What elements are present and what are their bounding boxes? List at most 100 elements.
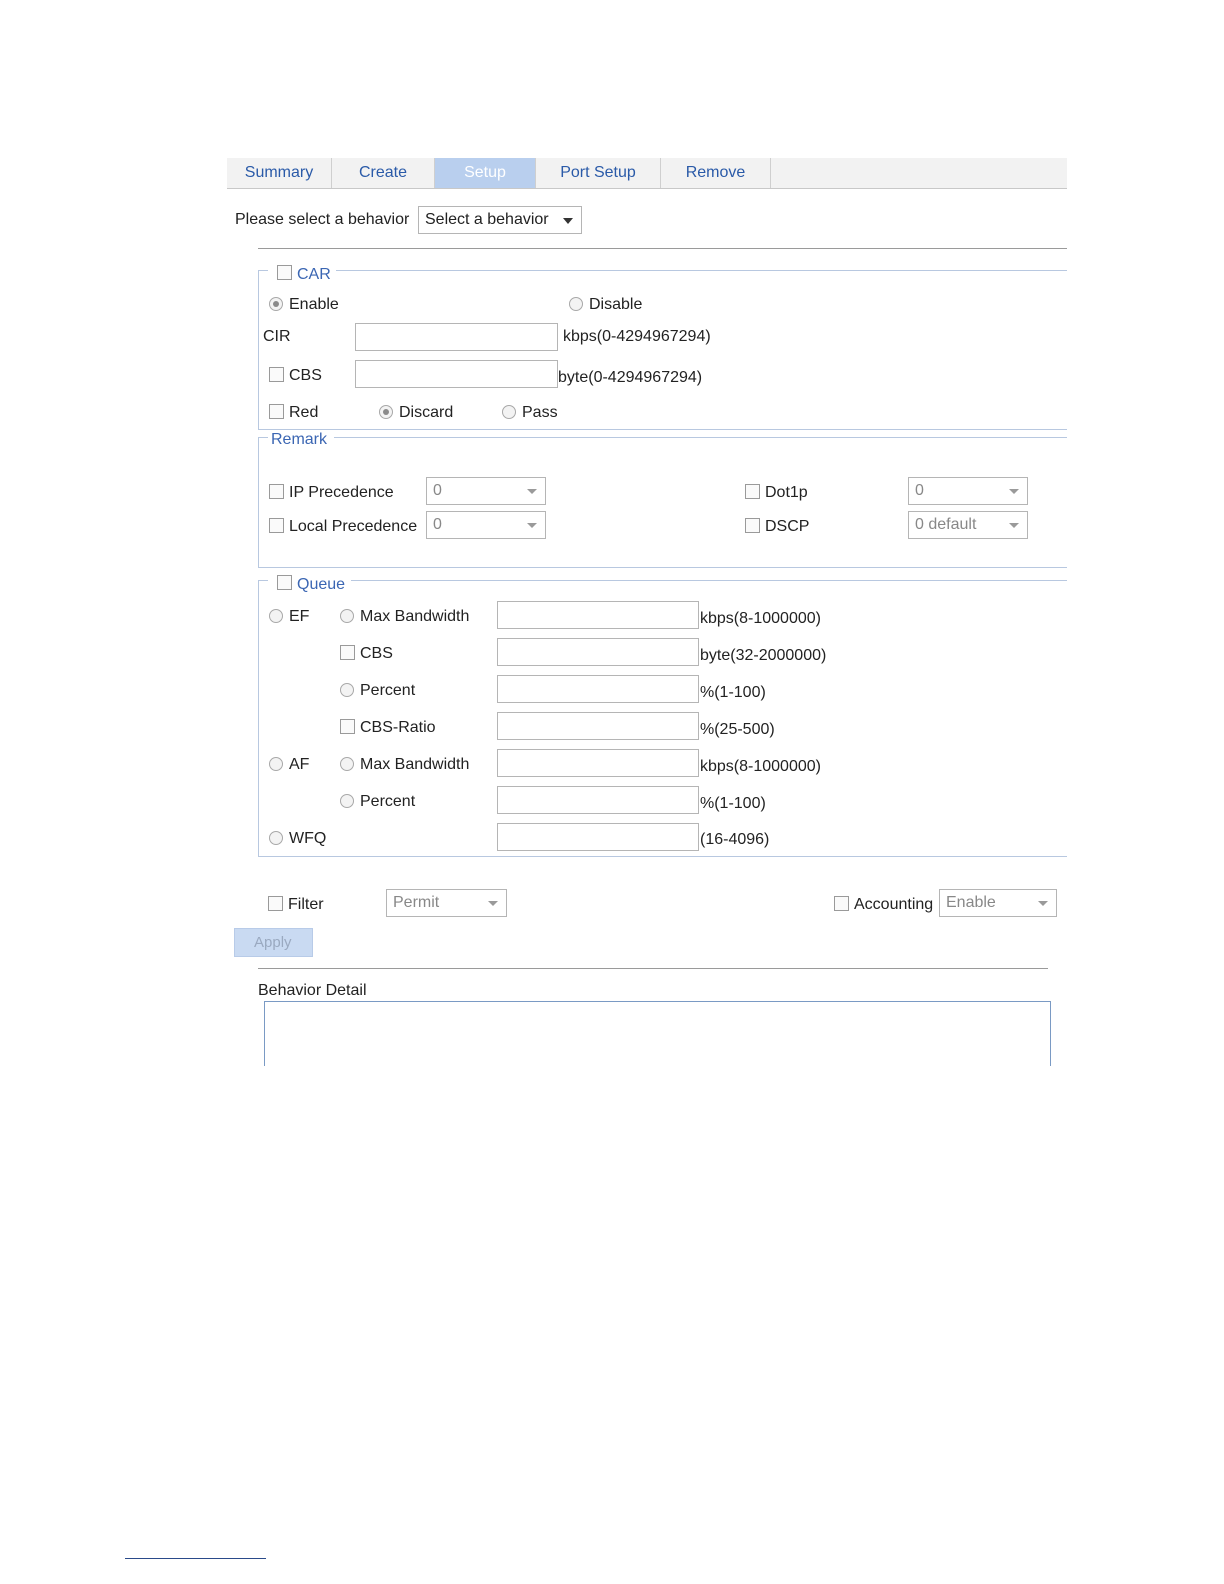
car-border-top	[336, 270, 1067, 271]
remark-border-bottom	[258, 567, 1067, 568]
ef-max-bandwidth-radio[interactable]	[340, 609, 354, 623]
queue-checkbox[interactable]	[277, 575, 292, 590]
af-radio[interactable]	[269, 757, 283, 771]
ef-label: EF	[289, 608, 310, 625]
ef-cbs-ratio-checkbox[interactable]	[340, 719, 355, 734]
queue-border-left	[258, 580, 259, 857]
accounting-value: Enable	[946, 894, 996, 911]
wfq-label: WFQ	[289, 830, 327, 847]
ef-cbs-ratio-label: CBS-Ratio	[360, 719, 436, 736]
car-border-top-left	[258, 270, 268, 271]
car-checkbox[interactable]	[277, 265, 292, 280]
divider	[258, 248, 1067, 249]
wfq-range: (16-4096)	[700, 831, 770, 848]
car-border-bottom	[258, 429, 1067, 430]
behavior-detail-title: Behavior Detail	[258, 982, 367, 999]
cir-label: CIR	[263, 328, 291, 345]
ef-percent-label: Percent	[360, 682, 416, 699]
ip-precedence-value: 0	[433, 482, 442, 499]
tab-setup[interactable]: Setup	[435, 158, 536, 188]
tab-bar: Summary Create Setup Port Setup Remove	[227, 158, 1067, 189]
af-max-bandwidth-range: kbps(8-1000000)	[700, 758, 821, 775]
cir-input[interactable]	[355, 323, 558, 351]
apply-button[interactable]: Apply	[234, 928, 313, 957]
af-percent-radio[interactable]	[340, 794, 354, 808]
divider	[258, 968, 1048, 969]
car-title: CAR	[297, 266, 331, 283]
filter-checkbox[interactable]	[268, 896, 283, 911]
behavior-select[interactable]: Select a behavior	[418, 206, 582, 234]
cbs-input[interactable]	[355, 360, 558, 388]
chevron-down-icon	[563, 218, 573, 224]
accounting-select[interactable]: Enable	[939, 889, 1057, 917]
af-max-bandwidth-input[interactable]	[497, 749, 699, 777]
dot1p-select[interactable]: 0	[908, 477, 1028, 505]
af-percent-input[interactable]	[497, 786, 699, 814]
af-max-bandwidth-label: Max Bandwidth	[360, 756, 470, 773]
cbs-range: byte(0-4294967294)	[558, 369, 703, 386]
tab-remove[interactable]: Remove	[661, 158, 771, 188]
remark-border-left	[258, 437, 259, 568]
chevron-down-icon	[488, 901, 498, 906]
ef-cbs-ratio-input[interactable]	[497, 712, 699, 740]
red-discard-label: Discard	[399, 404, 454, 421]
af-percent-range: %(1-100)	[700, 795, 766, 812]
queue-border-top	[351, 580, 1067, 581]
tab-port-setup[interactable]: Port Setup	[536, 158, 661, 188]
car-enable-radio[interactable]	[269, 297, 283, 311]
ef-max-bandwidth-input[interactable]	[497, 601, 699, 629]
ef-cbs-ratio-range: %(25-500)	[700, 721, 775, 738]
af-label: AF	[289, 756, 310, 773]
car-disable-label: Disable	[589, 296, 643, 313]
ef-cbs-input[interactable]	[497, 638, 699, 666]
dot1p-value: 0	[915, 482, 924, 499]
ip-precedence-checkbox[interactable]	[269, 484, 284, 499]
filter-value: Permit	[393, 894, 440, 911]
af-max-bandwidth-radio[interactable]	[340, 757, 354, 771]
chevron-down-icon	[1009, 523, 1019, 528]
filter-select[interactable]: Permit	[386, 889, 507, 917]
ef-radio[interactable]	[269, 609, 283, 623]
cir-range: kbps(0-4294967294)	[563, 328, 711, 345]
behavior-select-value: Select a behavior	[425, 211, 549, 228]
cbs-label: CBS	[289, 367, 322, 384]
accounting-checkbox[interactable]	[834, 896, 849, 911]
cbs-checkbox[interactable]	[269, 367, 284, 382]
ef-percent-radio[interactable]	[340, 683, 354, 697]
car-border-left	[258, 270, 259, 430]
red-pass-radio[interactable]	[502, 405, 516, 419]
footnote-rule	[125, 1558, 266, 1559]
remark-border-top-left	[258, 437, 268, 438]
dscp-select[interactable]: 0 default	[908, 511, 1028, 539]
dot1p-checkbox[interactable]	[745, 484, 760, 499]
red-checkbox[interactable]	[269, 404, 284, 419]
ef-cbs-label: CBS	[360, 645, 393, 662]
queue-border-bottom	[258, 856, 1067, 857]
dscp-label: DSCP	[765, 518, 810, 535]
filter-label: Filter	[288, 896, 324, 913]
behavior-detail-box	[264, 1001, 1051, 1066]
local-precedence-select[interactable]: 0	[426, 511, 546, 539]
chevron-down-icon	[527, 489, 537, 494]
wfq-radio[interactable]	[269, 831, 283, 845]
tab-summary[interactable]: Summary	[227, 158, 332, 188]
chevron-down-icon	[527, 523, 537, 528]
ef-max-bandwidth-range: kbps(8-1000000)	[700, 610, 821, 627]
accounting-label: Accounting	[854, 896, 934, 913]
tab-create[interactable]: Create	[332, 158, 435, 188]
af-percent-label: Percent	[360, 793, 416, 810]
dscp-checkbox[interactable]	[745, 518, 760, 533]
red-discard-radio[interactable]	[379, 405, 393, 419]
ef-cbs-checkbox[interactable]	[340, 645, 355, 660]
remark-border-top	[334, 437, 1067, 438]
ip-precedence-select[interactable]: 0	[426, 477, 546, 505]
ef-percent-input[interactable]	[497, 675, 699, 703]
ip-precedence-label: IP Precedence	[289, 484, 394, 501]
behavior-select-label: Please select a behavior	[235, 211, 410, 228]
local-precedence-value: 0	[433, 516, 442, 533]
local-precedence-checkbox[interactable]	[269, 518, 284, 533]
car-disable-radio[interactable]	[569, 297, 583, 311]
dot1p-label: Dot1p	[765, 484, 808, 501]
ef-cbs-range: byte(32-2000000)	[700, 647, 827, 664]
wfq-input[interactable]	[497, 823, 699, 851]
